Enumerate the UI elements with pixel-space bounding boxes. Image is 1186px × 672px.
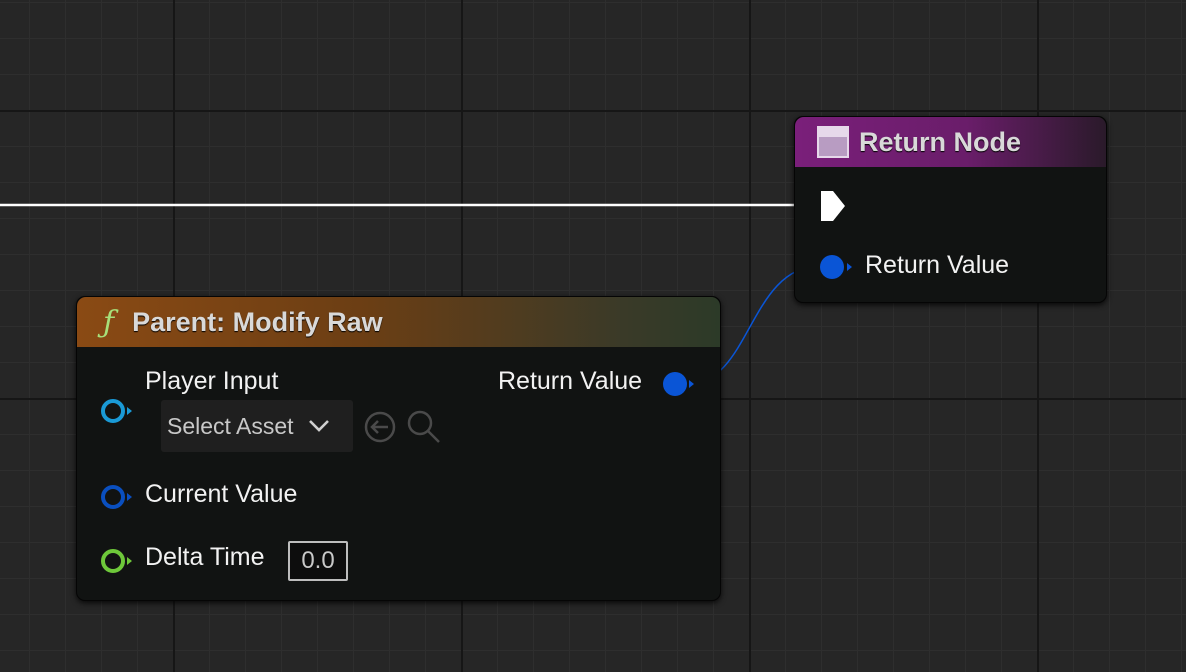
return-node[interactable]: Return Node Return Value bbox=[794, 116, 1107, 303]
parent-node-header[interactable]: ƒ Parent: Modify Raw bbox=[77, 297, 720, 347]
select-asset-value: Select Asset bbox=[167, 412, 294, 439]
delta-time-pin[interactable] bbox=[99, 547, 135, 575]
return-value-output-label: Return Value bbox=[498, 367, 643, 395]
return-node-header[interactable]: Return Node bbox=[795, 117, 1106, 167]
delta-time-label: Delta Time bbox=[145, 543, 265, 571]
function-entry-icon bbox=[817, 126, 849, 158]
return-value-output-pin[interactable] bbox=[661, 370, 697, 398]
parent-node-title: Parent: Modify Raw bbox=[132, 306, 383, 337]
chevron-down-icon bbox=[308, 420, 329, 432]
use-selected-asset-icon[interactable] bbox=[363, 410, 397, 444]
player-input-pin[interactable] bbox=[99, 397, 135, 425]
return-value-input-pin[interactable] bbox=[819, 253, 855, 281]
delta-time-input[interactable]: 0.0 bbox=[288, 541, 348, 581]
delta-time-value: 0.0 bbox=[301, 547, 335, 574]
current-value-pin[interactable] bbox=[99, 483, 135, 511]
current-value-label: Current Value bbox=[145, 480, 298, 508]
return-value-label: Return Value bbox=[865, 251, 1010, 279]
search-icon[interactable] bbox=[405, 408, 443, 446]
select-asset-dropdown[interactable]: Select Asset bbox=[161, 400, 353, 452]
player-input-label: Player Input bbox=[145, 367, 279, 395]
function-icon: ƒ bbox=[103, 304, 115, 340]
exec-input-pin[interactable] bbox=[819, 189, 849, 223]
return-node-title: Return Node bbox=[859, 126, 1021, 157]
parent-modify-raw-node[interactable]: ƒ Parent: Modify Raw Player Input Select… bbox=[76, 296, 721, 601]
